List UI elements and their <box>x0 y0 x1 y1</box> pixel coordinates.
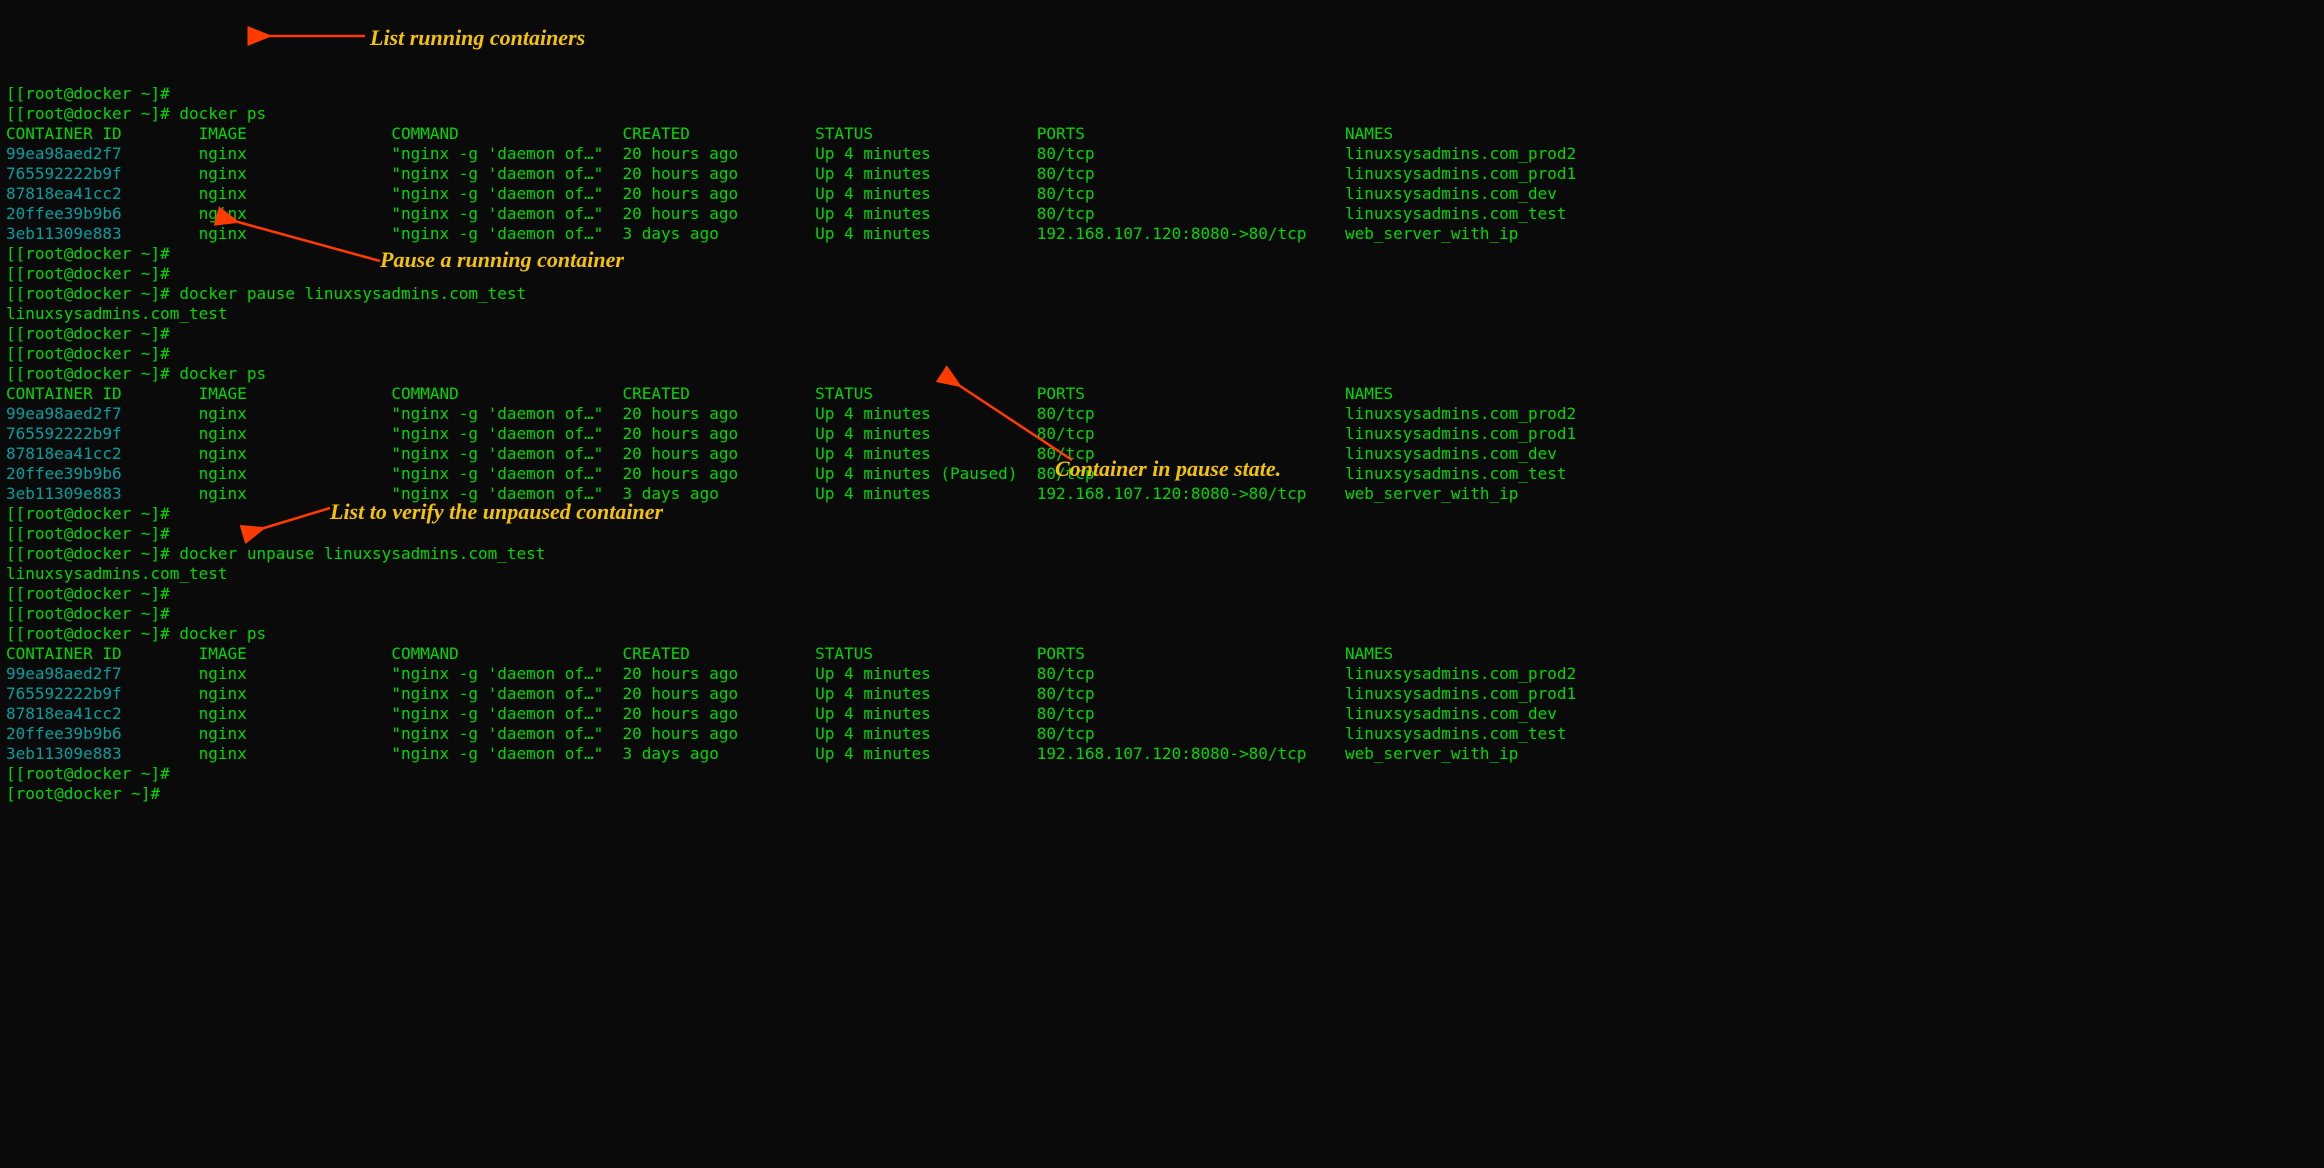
table-row: 87818ea41cc2 nginx "nginx -g 'daemon of…… <box>6 704 2318 724</box>
table-row: 765592222b9f nginx "nginx -g 'daemon of…… <box>6 164 2318 184</box>
output-line: linuxsysadmins.com_test <box>6 304 2318 324</box>
prompt-line[interactable]: [[root@docker ~]# <box>6 604 2318 624</box>
prompt-line[interactable]: [[root@docker ~]# <box>6 264 2318 284</box>
caption-pause: Pause a running container <box>380 246 624 274</box>
table-header: CONTAINER ID IMAGE COMMAND CREATED STATU… <box>6 644 2318 664</box>
table-row: 99ea98aed2f7 nginx "nginx -g 'daemon of…… <box>6 664 2318 684</box>
output-line: linuxsysadmins.com_test <box>6 564 2318 584</box>
table-row: 765592222b9f nginx "nginx -g 'daemon of…… <box>6 424 2318 444</box>
caption-list-verify: List to verify the unpaused container <box>330 498 663 526</box>
prompt-line[interactable]: [[root@docker ~]# <box>6 324 2318 344</box>
prompt-line[interactable]: [[root@docker ~]# docker ps <box>6 104 2318 124</box>
table-row: 3eb11309e883 nginx "nginx -g 'daemon of…… <box>6 224 2318 244</box>
prompt-line[interactable]: [[root@docker ~]# <box>6 84 2318 104</box>
prompt-line[interactable]: [[root@docker ~]# <box>6 764 2318 784</box>
table-row: 765592222b9f nginx "nginx -g 'daemon of…… <box>6 684 2318 704</box>
table-row: 20ffee39b9b6 nginx "nginx -g 'daemon of…… <box>6 724 2318 744</box>
table-header: CONTAINER ID IMAGE COMMAND CREATED STATU… <box>6 384 2318 404</box>
caption-pause-state: Container in pause state. <box>1055 455 1281 483</box>
prompt-line[interactable]: [[root@docker ~]# <box>6 584 2318 604</box>
caption-list-running: List running containers <box>370 24 585 52</box>
table-row: 87818ea41cc2 nginx "nginx -g 'daemon of…… <box>6 184 2318 204</box>
prompt-line[interactable]: [[root@docker ~]# <box>6 524 2318 544</box>
prompt-line[interactable]: [root@docker ~]# <box>6 784 2318 804</box>
prompt-line[interactable]: [[root@docker ~]# docker unpause linuxsy… <box>6 544 2318 564</box>
prompt-line[interactable]: [[root@docker ~]# <box>6 244 2318 264</box>
arrow-icon <box>265 26 375 46</box>
prompt-line[interactable]: [[root@docker ~]# docker pause linuxsysa… <box>6 284 2318 304</box>
prompt-line[interactable]: [[root@docker ~]# docker ps <box>6 624 2318 644</box>
table-header: CONTAINER ID IMAGE COMMAND CREATED STATU… <box>6 124 2318 144</box>
table-row: 99ea98aed2f7 nginx "nginx -g 'daemon of…… <box>6 404 2318 424</box>
table-row: 99ea98aed2f7 nginx "nginx -g 'daemon of…… <box>6 144 2318 164</box>
table-row: 3eb11309e883 nginx "nginx -g 'daemon of…… <box>6 744 2318 764</box>
terminal-output: [[root@docker ~]# [[root@docker ~]# dock… <box>6 84 2318 804</box>
prompt-line[interactable]: [[root@docker ~]# <box>6 344 2318 364</box>
prompt-line[interactable]: [[root@docker ~]# docker ps <box>6 364 2318 384</box>
table-row: 20ffee39b9b6 nginx "nginx -g 'daemon of…… <box>6 204 2318 224</box>
